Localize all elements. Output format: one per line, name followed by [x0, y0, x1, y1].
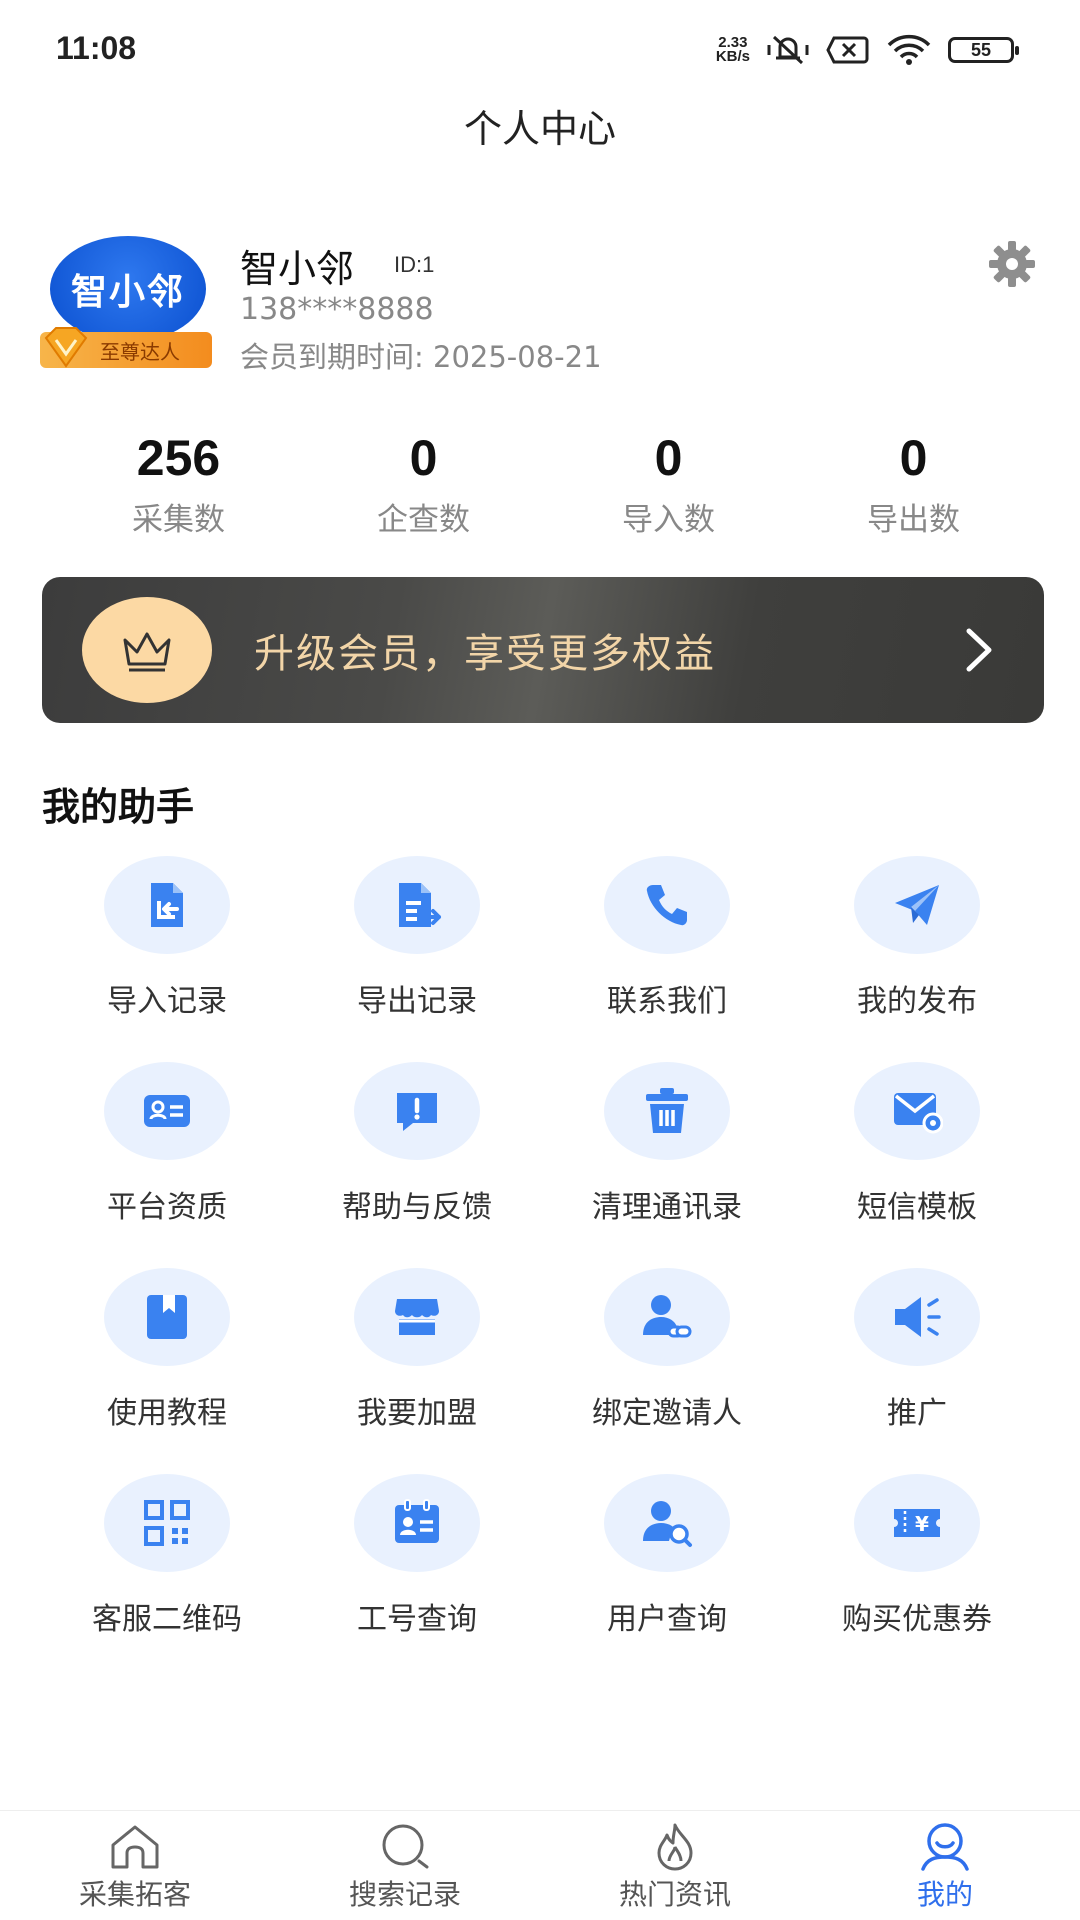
grid-label: 我要加盟	[357, 1396, 477, 1431]
tab-hot-news[interactable]: 热门资讯	[540, 1811, 810, 1920]
wifi-icon	[887, 34, 931, 65]
assistant-item-tutorial[interactable]: 使用教程	[42, 1268, 292, 1474]
profile-card: 智小邻 至尊达人 智小邻 ID:1 138****8888 会员到期时间: 20…	[0, 230, 1080, 380]
chevron-right-icon	[966, 628, 992, 672]
assistant-item-my-posts[interactable]: 我的发布	[792, 856, 1042, 1062]
status-time: 11:08	[56, 30, 137, 66]
membership-expire: 会员到期时间: 2025-08-21	[240, 340, 602, 374]
grid-label: 客服二维码	[92, 1602, 242, 1637]
grid-label: 清理通讯录	[592, 1190, 742, 1225]
assistant-item-buy-coupon[interactable]: ¥ 购买优惠券	[792, 1474, 1042, 1680]
stat-collect[interactable]: 256 采集数	[56, 428, 301, 539]
status-icons: 2.33 KB/s 55	[715, 32, 1019, 68]
megaphone-icon	[895, 1297, 941, 1337]
coupon-icon: ¥	[894, 1509, 940, 1537]
tab-collect[interactable]: 采集拓客	[0, 1811, 270, 1920]
qr-code-icon	[144, 1500, 190, 1546]
assistant-item-help-feedback[interactable]: 帮助与反馈	[292, 1062, 542, 1268]
grid-label: 我的发布	[857, 984, 977, 1019]
assistant-item-join[interactable]: 我要加盟	[292, 1268, 542, 1474]
grid-label: 导入记录	[107, 984, 227, 1019]
tab-search-records[interactable]: 搜索记录	[270, 1811, 540, 1920]
upgrade-text: 升级会员，享受更多权益	[254, 631, 716, 677]
search-icon	[382, 1824, 429, 1869]
mute-vibrate-icon	[767, 35, 809, 65]
assistant-item-support-qrcode[interactable]: 客服二维码	[42, 1474, 292, 1680]
no-sim-icon	[826, 36, 869, 64]
gear-icon[interactable]	[986, 238, 1038, 290]
user-phone: 138****8888	[240, 292, 434, 327]
bookmark-book-icon	[147, 1295, 187, 1339]
badge-card-icon	[395, 1499, 439, 1543]
crown-badge	[82, 597, 212, 703]
id-card-icon	[144, 1095, 190, 1127]
trash-icon	[646, 1088, 688, 1133]
grid-label: 工号查询	[357, 1602, 477, 1637]
stats-row: 256 采集数 0 企查数 0 导入数 0 导出数	[0, 428, 1080, 539]
status-bar: 11:08 2.33 KB/s 55	[0, 0, 1080, 100]
stat-company-query[interactable]: 0 企查数	[301, 428, 546, 539]
battery-indicator: 55	[948, 37, 1019, 63]
user-id: ID:1	[394, 252, 435, 277]
assistant-item-platform-qualification[interactable]: 平台资质	[42, 1062, 292, 1268]
stat-value: 256	[136, 430, 221, 486]
flame-icon	[657, 1823, 693, 1871]
crown-icon	[123, 632, 171, 672]
upgrade-membership-banner[interactable]: 升级会员，享受更多权益	[42, 577, 1044, 723]
stat-value: 0	[654, 430, 683, 486]
user-link-icon	[643, 1295, 692, 1338]
tab-label: 我的	[916, 1878, 973, 1911]
assistant-item-export-records[interactable]: 导出记录	[292, 856, 542, 1062]
grid-label: 平台资质	[107, 1190, 227, 1225]
page-title: 个人中心	[463, 107, 616, 151]
assistant-item-staff-id-query[interactable]: 工号查询	[292, 1474, 542, 1680]
net-speed-unit: KB/s	[715, 48, 750, 65]
grid-label: 用户查询	[607, 1602, 727, 1637]
assistant-item-promote[interactable]: 推广	[792, 1268, 1042, 1474]
tab-label: 采集拓客	[78, 1878, 191, 1911]
grid-label: 绑定邀请人	[592, 1396, 742, 1431]
mail-gear-icon	[894, 1093, 943, 1134]
assistant-item-import-records[interactable]: 导入记录	[42, 856, 292, 1062]
net-speed: 2.33 KB/s	[715, 35, 750, 65]
store-icon	[395, 1299, 439, 1335]
user-smile-icon	[921, 1823, 969, 1871]
paper-plane-icon	[895, 885, 939, 925]
phone-icon	[646, 885, 687, 926]
assistant-item-contact-us[interactable]: 联系我们	[542, 856, 792, 1062]
home-icon	[111, 1825, 159, 1869]
assistant-item-sms-template[interactable]: 短信模板	[792, 1062, 1042, 1268]
stat-export[interactable]: 0 导出数	[791, 428, 1036, 539]
stat-value: 0	[409, 430, 438, 486]
tab-label: 搜索记录	[348, 1878, 461, 1911]
bottom-tab-bar: 采集拓客 搜索记录 热门资讯 我的	[0, 1810, 1080, 1920]
grid-label: 导出记录	[357, 984, 477, 1019]
stat-import[interactable]: 0 导入数	[546, 428, 791, 539]
assistant-item-user-query[interactable]: 用户查询	[542, 1474, 792, 1680]
stat-label: 导入数	[622, 502, 715, 538]
export-doc-icon	[399, 883, 441, 927]
assistant-section-title: 我的助手	[42, 785, 195, 829]
stat-label: 企查数	[377, 502, 470, 538]
svg-text:¥: ¥	[915, 1512, 929, 1536]
user-name: 智小邻	[240, 247, 355, 291]
vip-diamond-icon	[44, 327, 88, 368]
grid-label: 推广	[887, 1396, 947, 1431]
grid-label: 联系我们	[607, 984, 727, 1019]
stat-label: 导出数	[867, 502, 960, 538]
grid-label: 短信模板	[857, 1190, 977, 1225]
stat-value: 0	[899, 430, 928, 486]
assistant-item-clear-contacts[interactable]: 清理通讯录	[542, 1062, 792, 1268]
import-doc-icon	[151, 883, 183, 927]
tab-label: 热门资讯	[618, 1878, 731, 1911]
grid-label: 使用教程	[107, 1396, 227, 1431]
grid-label: 购买优惠券	[842, 1602, 992, 1637]
assistant-item-bind-inviter[interactable]: 绑定邀请人	[542, 1268, 792, 1474]
stat-label: 采集数	[132, 502, 225, 538]
grid-label: 帮助与反馈	[342, 1190, 492, 1225]
tab-mine[interactable]: 我的	[810, 1811, 1080, 1920]
feedback-icon	[397, 1093, 437, 1131]
assistant-grid: 导入记录 导出记录 联系我们 我的发布 平台资质 帮助与反馈 清理通讯录 短信模…	[42, 856, 1042, 1680]
user-search-icon	[643, 1501, 692, 1547]
